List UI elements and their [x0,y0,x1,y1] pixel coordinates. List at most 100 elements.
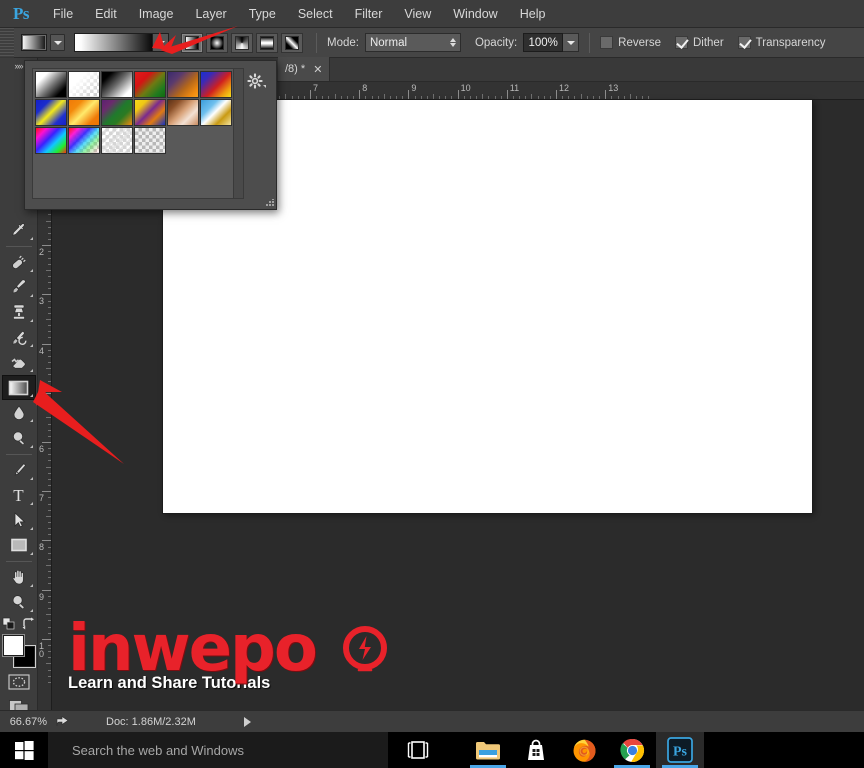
gradient-preview-control[interactable] [74,33,169,52]
reflected-gradient-button[interactable] [256,33,278,53]
color-picker-swatches[interactable] [2,635,36,664]
options-bar-grip[interactable] [0,28,14,58]
resize-grip-icon[interactable] [266,199,274,207]
close-tab-icon[interactable]: ✕ [313,63,322,76]
gradient-swatch-foreground-to-transparent[interactable] [68,71,100,98]
diamond-gradient-icon [285,36,299,50]
ruler-label: 8 [362,83,367,93]
document-tab[interactable]: /8) * ✕ [278,57,330,81]
tool-preset-picker[interactable] [21,34,47,51]
gradient-swatch-violet-green-orange[interactable] [101,99,133,126]
microsoft-store-icon[interactable] [512,732,560,768]
menu-item-image[interactable]: Image [128,0,185,28]
tool-preset-dropdown[interactable] [50,34,65,51]
gradient-swatch-yellow-violet-orange-blue[interactable] [134,99,166,126]
gradient-swatch-orange-yellow-orange[interactable] [68,99,100,126]
quick-mask-icon [8,674,30,690]
ruler-minor-tick [48,510,51,511]
gradient-tool[interactable] [2,375,36,400]
search-placeholder: Search the web and Windows [72,743,244,758]
ruler-minor-tick [48,288,51,289]
ruler-tick [605,90,606,99]
gradient-swatch-transparent-stripes[interactable] [101,127,133,154]
menu-item-layer[interactable]: Layer [184,0,237,28]
menu-item-view[interactable]: View [393,0,442,28]
gradient-picker-panel[interactable] [24,60,277,210]
ruler-minor-tick [593,96,594,99]
brush-tool[interactable] [2,275,36,300]
angle-gradient-button[interactable] [231,33,253,53]
search-input[interactable]: Search the web and Windows [48,732,388,768]
hand-tool[interactable] [2,565,36,590]
gradient-swatch-foreground-to-background[interactable] [35,71,67,98]
menu-item-help[interactable]: Help [509,0,557,28]
gradient-swatch-blue-red-yellow[interactable] [200,71,232,98]
gradient-swatch-red-green[interactable] [134,71,166,98]
rectangle-tool[interactable] [2,533,36,558]
spot-healing-brush-tool[interactable] [2,250,36,275]
file-explorer-icon[interactable] [464,732,512,768]
gradient-swatch-neutral-density[interactable] [134,127,166,154]
clone-stamp-tool[interactable] [2,300,36,325]
ruler-minor-tick [46,417,51,418]
default-colors-icon[interactable] [2,617,16,631]
gradient-preview-dropdown[interactable] [153,34,168,51]
task-view-icon[interactable] [394,732,442,768]
ruler-minor-tick [48,676,51,677]
menu-item-select[interactable]: Select [287,0,344,28]
zoom-level[interactable]: 66.67% [0,716,52,728]
eyedropper-tool[interactable] [2,218,36,243]
ruler-minor-tick [495,96,496,99]
linear-gradient-button[interactable] [181,33,203,53]
ruler-minor-tick [48,405,51,406]
foreground-color-swatch[interactable] [3,635,24,656]
history-brush-tool[interactable] [2,325,36,350]
ruler-minor-tick [46,221,51,222]
dodge-tool[interactable] [2,425,36,450]
reverse-checkbox[interactable]: Reverse [600,36,661,49]
photoshop-icon[interactable]: Ps [656,732,704,768]
transparency-checkbox[interactable]: Transparency [738,36,826,49]
dodge-icon [9,428,29,448]
gradient-swatch-copper[interactable] [167,99,199,126]
tool-flyout-corner [30,269,33,272]
menu-item-window[interactable]: Window [442,0,508,28]
dither-checkbox[interactable]: Dither [675,36,724,49]
ruler-minor-tick [48,657,51,658]
menu-item-type[interactable]: Type [238,0,287,28]
gradient-panel-scrollbar[interactable] [233,69,243,198]
radial-gradient-button[interactable] [206,33,228,53]
pen-tool[interactable] [2,457,36,482]
gradient-swatch-spectrum[interactable] [35,127,67,154]
diamond-gradient-button[interactable] [281,33,303,53]
menu-item-file[interactable]: File [42,0,84,28]
type-tool[interactable]: T [2,483,36,508]
blend-mode-select[interactable]: Normal [365,33,461,52]
menu-item-edit[interactable]: Edit [84,0,128,28]
angle-gradient-icon [235,36,249,50]
swap-colors-icon[interactable] [22,617,36,631]
ruler-minor-tick [48,436,51,437]
windows-start-icon[interactable] [0,732,48,768]
opacity-input[interactable]: 100% [523,33,563,52]
eraser-tool[interactable] [2,350,36,375]
zoom-tool[interactable] [2,590,36,615]
gradient-swatch-transparent-rainbow[interactable] [68,127,100,154]
firefox-icon[interactable] [560,732,608,768]
settings-gear-icon[interactable] [247,73,263,89]
gradient-swatch-blue-yellow-blue[interactable] [35,99,67,126]
ruler-minor-tick [48,448,51,449]
gradient-swatch-chrome[interactable] [200,99,232,126]
share-arrow-icon[interactable] [52,715,74,728]
quick-mask-button[interactable] [2,670,36,695]
gradient-preview-swatch[interactable] [75,34,153,51]
opacity-dropdown[interactable] [563,33,579,52]
chrome-icon[interactable] [608,732,656,768]
gradient-swatch-violet-orange[interactable] [167,71,199,98]
blur-tool[interactable] [2,400,36,425]
menu-item-filter[interactable]: Filter [344,0,394,28]
expand-triangle-icon[interactable] [244,717,251,727]
path-selection-tool[interactable] [2,508,36,533]
gradient-swatch-black-white[interactable] [101,71,133,98]
gradient-swatch-list[interactable] [32,68,244,199]
